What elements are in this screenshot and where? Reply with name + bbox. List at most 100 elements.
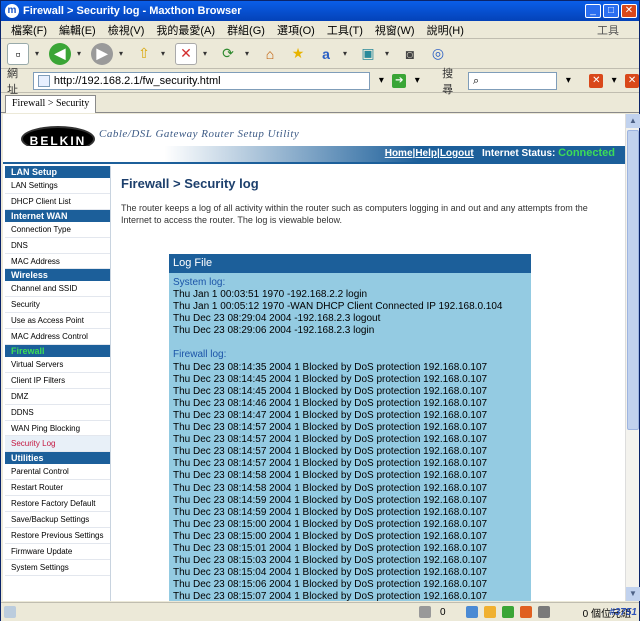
sidebar-item-mac-address[interactable]: MAC Address — [5, 254, 110, 270]
sidebar-item-firmware-update[interactable]: Firmware Update — [5, 544, 110, 560]
menu-item[interactable]: 工具(T) — [321, 22, 369, 38]
logout-link[interactable]: Logout — [440, 148, 474, 159]
forward-dropdown[interactable]: ▾ — [119, 49, 127, 58]
new-page-dropdown[interactable]: ▾ — [35, 49, 43, 58]
up-dropdown[interactable]: ▾ — [161, 49, 169, 58]
menu-item[interactable]: 編輯(E) — [53, 22, 102, 38]
tab-firewall-security[interactable]: Firewall > Security — [5, 95, 97, 113]
sidebar-item-wan-ping-blocking[interactable]: WAN Ping Blocking — [5, 421, 110, 437]
top-nav-links: Home|Help|Logout Internet Status: Connec… — [385, 147, 615, 159]
close-all-icon[interactable]: ✕ — [625, 73, 640, 88]
title-bar[interactable]: m Firewall > Security log - Maxthon Brow… — [1, 1, 639, 21]
firewall-log-entry: Thu Dec 23 08:14:59 2004 1 Blocked by Do… — [173, 506, 488, 518]
sidebar-item-restore-factory-default[interactable]: Restore Factory Default — [5, 496, 110, 513]
firewall-log-entry: Thu Dec 23 08:15:03 2004 1 Blocked by Do… — [173, 555, 488, 567]
help-link[interactable]: Help — [415, 148, 437, 159]
sidebar-item-mac-address-control[interactable]: MAC Address Control — [5, 329, 110, 346]
compass-icon[interactable]: ◎ — [427, 43, 449, 65]
sidebar-item-use-as-access-point[interactable]: Use as Access Point — [5, 313, 110, 330]
menu-item[interactable]: 視窗(W) — [369, 22, 421, 38]
capture-dropdown[interactable]: ▾ — [385, 49, 393, 58]
sidebar-item-system-settings[interactable]: System Settings — [5, 560, 110, 576]
scroll-thumb[interactable] — [627, 130, 639, 430]
firewall-log-entry: Thu Dec 23 08:15:06 2004 1 Blocked by Do… — [173, 579, 488, 591]
translate-icon[interactable]: a — [315, 43, 337, 65]
translate-dropdown[interactable]: ▾ — [343, 49, 351, 58]
vertical-scrollbar[interactable]: ▲ ▼ — [625, 114, 640, 601]
home-icon[interactable]: ⌂ — [259, 43, 281, 65]
go-icon[interactable]: ➔ — [392, 73, 407, 88]
menu-item[interactable]: 我的最愛(A) — [150, 22, 221, 38]
back-icon[interactable]: ◀ — [49, 42, 71, 65]
home-link[interactable]: Home — [385, 148, 413, 159]
close-window-button[interactable]: ✕ — [621, 4, 637, 18]
window-title: Firewall > Security log - Maxthon Browse… — [23, 5, 242, 17]
favorites-star-icon[interactable]: ★ — [287, 43, 309, 65]
menu-item[interactable]: 群組(G) — [221, 22, 271, 38]
page-viewport: BELKIN Cable/DSL Gateway Router Setup Ut… — [3, 114, 625, 601]
firewall-log-entry: Thu Dec 23 08:14:45 2004 1 Blocked by Do… — [173, 373, 488, 385]
header-divider — [3, 162, 625, 164]
sidebar-item-connection-type[interactable]: Connection Type — [5, 222, 110, 238]
menu-item[interactable]: 說明(H) — [421, 22, 470, 38]
sidebar-item-virtual-servers[interactable]: Virtual Servers — [5, 357, 110, 373]
back-dropdown[interactable]: ▾ — [77, 49, 85, 58]
stop-dropdown[interactable]: ▾ — [203, 49, 211, 58]
new-page-icon[interactable]: ▫ — [7, 42, 29, 65]
menu-item[interactable]: 檔案(F) — [5, 22, 53, 38]
address-label: 網址 — [7, 67, 18, 96]
system-log-entry: Thu Jan 1 00:05:12 1970 -WAN DHCP Client… — [173, 301, 503, 313]
intro-text: The router keeps a log of all activity w… — [121, 203, 588, 225]
network-icon[interactable] — [465, 606, 478, 618]
scroll-down-arrow-icon[interactable]: ▼ — [626, 587, 640, 601]
system-log-entry: Thu Jan 1 00:03:51 1970 -192.168.2.2 log… — [173, 289, 368, 301]
up-folder-icon[interactable]: ⇧ — [133, 43, 155, 65]
settings-gear-icon[interactable] — [519, 606, 532, 618]
close-tab-icon[interactable]: ✕ — [589, 73, 604, 88]
firewall-log-entry: Thu Dec 23 08:14:57 2004 1 Blocked by Do… — [173, 422, 488, 434]
trash-icon[interactable] — [419, 606, 431, 618]
sidebar-item-restart-router[interactable]: Restart Router — [5, 480, 110, 497]
url-input[interactable]: http://192.168.2.1/fw_security.html — [32, 71, 371, 90]
sidebar-item-dmz[interactable]: DMZ — [5, 389, 110, 405]
firewall-log-entry: Thu Dec 23 08:14:58 2004 1 Blocked by Do… — [173, 482, 488, 494]
close-tab-dropdown-icon[interactable]: ▾ — [607, 74, 621, 88]
sidebar-item-save-backup-settings[interactable]: Save/Backup Settings — [5, 512, 110, 528]
firewall-log-entry: Thu Dec 23 08:14:35 2004 1 Blocked by Do… — [173, 361, 488, 373]
search-dropdown-icon[interactable]: ▾ — [561, 74, 575, 88]
url-dropdown-icon[interactable]: ▾ — [374, 74, 388, 88]
sidebar-item-parental-control[interactable]: Parental Control — [5, 464, 110, 481]
search-label: 搜尋 — [442, 67, 454, 96]
log-file-panel: Log File System log: Thu Jan 1 00:03:51 … — [169, 254, 531, 601]
search-input[interactable]: ⌕ — [468, 71, 558, 90]
sidebar-item-client-ip-filters[interactable]: Client IP Filters — [5, 373, 110, 389]
forward-icon[interactable]: ▶ — [91, 42, 113, 65]
refresh-icon[interactable]: ⟳ — [217, 43, 239, 65]
sidebar-item-dhcp-client-list[interactable]: DHCP Client List — [5, 194, 110, 210]
firewall-log-entry: Thu Dec 23 08:14:59 2004 1 Blocked by Do… — [173, 494, 488, 506]
go-dropdown-icon[interactable]: ▾ — [410, 74, 424, 88]
zoom-icon[interactable] — [537, 606, 550, 618]
scroll-up-arrow-icon[interactable]: ▲ — [626, 114, 640, 128]
sidebar-item-ddns[interactable]: DDNS — [5, 405, 110, 421]
menu-item[interactable]: 選項(O) — [271, 22, 321, 38]
stop-icon[interactable]: ✕ — [175, 42, 197, 65]
sidebar-item-security-log[interactable]: Security Log — [5, 436, 110, 453]
screen-capture-icon[interactable]: ▣ — [357, 43, 379, 65]
minimize-button[interactable]: _ — [585, 4, 601, 18]
menu-item[interactable]: 檢視(V) — [102, 22, 151, 38]
sidebar-header-lan-setup: LAN Setup — [5, 166, 110, 178]
sidebar-item-channel-and-ssid[interactable]: Channel and SSID — [5, 281, 110, 298]
popup-blocker-icon[interactable] — [483, 606, 496, 618]
menu-tools-right[interactable]: 工具 — [597, 22, 619, 38]
sidebar-item-lan-settings[interactable]: LAN Settings — [5, 178, 110, 194]
sidebar-item-security[interactable]: Security — [5, 297, 110, 314]
record-icon[interactable]: ◙ — [399, 43, 421, 65]
maximize-button[interactable]: □ — [603, 4, 619, 18]
menu-bar: 檔案(F) 編輯(E) 檢視(V) 我的最愛(A) 群組(G) 選項(O) 工具(T) 視窗(… — [1, 21, 639, 39]
log-file-body: System log: Thu Jan 1 00:03:51 1970 -192… — [169, 273, 531, 601]
ad-filter-icon[interactable] — [501, 606, 514, 618]
sidebar-item-dns[interactable]: DNS — [5, 238, 110, 254]
refresh-dropdown[interactable]: ▾ — [245, 49, 253, 58]
sidebar-item-restore-previous-settings[interactable]: Restore Previous Settings — [5, 528, 110, 544]
